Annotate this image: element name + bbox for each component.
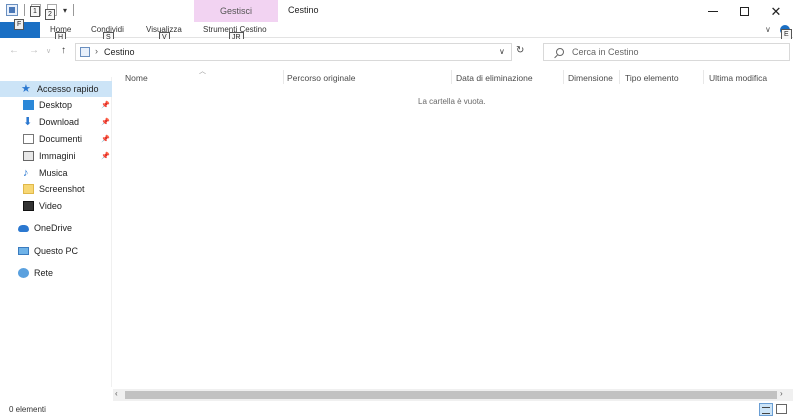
cloud-icon bbox=[18, 224, 29, 232]
back-arrow-icon[interactable]: ← bbox=[9, 45, 19, 56]
sidebar-item-label: Documenti bbox=[39, 134, 83, 144]
search-box[interactable] bbox=[543, 43, 790, 61]
minimize-button[interactable] bbox=[697, 0, 729, 22]
video-icon bbox=[23, 201, 34, 211]
address-row: ← → ∨ ↑ › Cestino ∨ ↻ bbox=[0, 39, 793, 65]
maximize-icon bbox=[739, 6, 749, 16]
sidebar-item-label: Immagini bbox=[39, 151, 76, 161]
sidebar-item-onedrive[interactable]: OneDrive bbox=[0, 220, 112, 236]
ribbon-expand-chevron-icon[interactable]: ∨ bbox=[765, 25, 771, 34]
pin-icon[interactable]: 📌 bbox=[101, 135, 110, 143]
sidebar-item-label: Musica bbox=[39, 168, 68, 178]
context-tab-manage[interactable]: Gestisci bbox=[194, 0, 278, 22]
close-icon: ✕ bbox=[770, 3, 782, 19]
sidebar-item-desktop[interactable]: Desktop 📌 bbox=[0, 97, 112, 113]
sidebar-item-network[interactable]: Rete bbox=[0, 265, 112, 281]
sidebar-item-label: Rete bbox=[34, 268, 54, 278]
keytip-file: F bbox=[14, 19, 25, 30]
sidebar-item-label: Video bbox=[39, 201, 62, 211]
recent-locations-chevron-icon[interactable]: ∨ bbox=[46, 47, 51, 55]
column-header-name[interactable]: Nome bbox=[125, 73, 148, 83]
sidebar-item-label: Download bbox=[39, 117, 80, 127]
search-input[interactable] bbox=[572, 46, 782, 58]
column-header-deleted-date[interactable]: Data di eliminazione bbox=[456, 73, 533, 83]
column-header-modified[interactable]: Ultima modifica bbox=[709, 73, 767, 83]
qat-separator bbox=[24, 4, 25, 16]
recycle-bin-icon[interactable] bbox=[6, 4, 18, 16]
sidebar-item-label: OneDrive bbox=[34, 223, 73, 233]
title-bar: ▾ Gestisci Cestino ✕ bbox=[0, 0, 793, 22]
column-header-size[interactable]: Dimensione bbox=[568, 73, 613, 83]
close-button[interactable]: ✕ bbox=[760, 0, 792, 22]
recycle-bin-small-icon bbox=[80, 47, 90, 57]
column-headers: ︿ Nome Percorso originale Data di elimin… bbox=[113, 68, 793, 86]
sidebar-item-documents[interactable]: Documenti 📌 bbox=[0, 131, 112, 147]
empty-folder-message: La cartella è vuota. bbox=[418, 97, 486, 106]
column-header-type[interactable]: Tipo elemento bbox=[625, 73, 679, 83]
column-divider[interactable] bbox=[283, 70, 284, 84]
pin-icon[interactable]: 📌 bbox=[101, 152, 110, 160]
up-arrow-icon[interactable]: ↑ bbox=[61, 45, 66, 56]
sidebar-item-screenshot[interactable]: Screenshot bbox=[0, 181, 112, 197]
window-title: Cestino bbox=[288, 5, 319, 15]
address-dropdown-chevron-icon[interactable]: ∨ bbox=[499, 47, 505, 56]
scroll-right-arrow-icon[interactable]: › bbox=[780, 389, 783, 398]
sidebar-item-video[interactable]: Video bbox=[0, 198, 112, 214]
sidebar-item-pictures[interactable]: Immagini 📌 bbox=[0, 148, 112, 164]
refresh-icon[interactable]: ↻ bbox=[516, 45, 536, 56]
star-icon: ★ bbox=[21, 83, 31, 95]
keytip-qat-1: 1 bbox=[30, 6, 40, 17]
sidebar-item-this-pc[interactable]: Questo PC bbox=[0, 243, 112, 259]
scroll-left-arrow-icon[interactable]: ‹ bbox=[115, 389, 118, 398]
sidebar-item-label: Screenshot bbox=[39, 184, 85, 194]
folder-icon bbox=[23, 184, 34, 194]
keytip-qat-2: 2 bbox=[45, 9, 55, 20]
horizontal-scrollbar[interactable]: ‹ › bbox=[113, 389, 793, 401]
pictures-icon bbox=[23, 151, 34, 161]
pin-icon[interactable]: 📌 bbox=[101, 118, 110, 126]
sidebar-item-label: Desktop bbox=[39, 100, 73, 110]
desktop-icon bbox=[23, 100, 34, 110]
column-divider[interactable] bbox=[619, 70, 620, 84]
column-header-original-path[interactable]: Percorso originale bbox=[287, 73, 356, 83]
column-divider[interactable] bbox=[451, 70, 452, 84]
computer-icon bbox=[18, 247, 29, 255]
scrollbar-thumb[interactable] bbox=[125, 391, 777, 399]
qat-separator-2 bbox=[73, 4, 75, 16]
status-bar: 0 elementi bbox=[0, 402, 793, 418]
sort-ascending-icon: ︿ bbox=[199, 68, 206, 75]
document-icon bbox=[23, 134, 34, 144]
sidebar-item-download[interactable]: ⬇ Download 📌 bbox=[0, 114, 112, 130]
download-icon: ⬇ bbox=[23, 116, 33, 128]
sidebar-item-label: Questo PC bbox=[34, 246, 79, 256]
network-icon bbox=[18, 268, 29, 278]
search-icon bbox=[556, 48, 564, 56]
quick-access-toolbar: ▾ bbox=[6, 4, 75, 16]
item-count: 0 elementi bbox=[9, 405, 46, 414]
ribbon-tabs: Home Condividi Visualizza Strumenti Cest… bbox=[0, 6, 793, 43]
breadcrumb-separator[interactable]: › bbox=[95, 46, 98, 56]
sidebar-item-music[interactable]: ♪ Musica bbox=[0, 165, 112, 181]
navigation-pane: ★ Accesso rapido Desktop 📌 ⬇ Download 📌 … bbox=[0, 77, 112, 387]
large-icons-view-icon[interactable] bbox=[776, 404, 787, 414]
column-divider[interactable] bbox=[563, 70, 564, 84]
minimize-icon bbox=[708, 10, 718, 12]
forward-arrow-icon[interactable]: → bbox=[29, 45, 39, 56]
maximize-button[interactable] bbox=[728, 0, 760, 22]
sidebar-item-label: Accesso rapido bbox=[37, 84, 99, 94]
address-bar[interactable]: › Cestino ∨ bbox=[75, 43, 512, 61]
pin-icon[interactable]: 📌 bbox=[101, 101, 110, 109]
music-icon: ♪ bbox=[23, 167, 29, 179]
column-divider[interactable] bbox=[703, 70, 704, 84]
details-view-icon[interactable] bbox=[759, 403, 773, 416]
sidebar-item-quick-access[interactable]: ★ Accesso rapido bbox=[0, 81, 112, 97]
qat-customize-arrow-icon[interactable]: ▾ bbox=[63, 6, 67, 15]
breadcrumb-cestino[interactable]: Cestino bbox=[104, 47, 135, 57]
